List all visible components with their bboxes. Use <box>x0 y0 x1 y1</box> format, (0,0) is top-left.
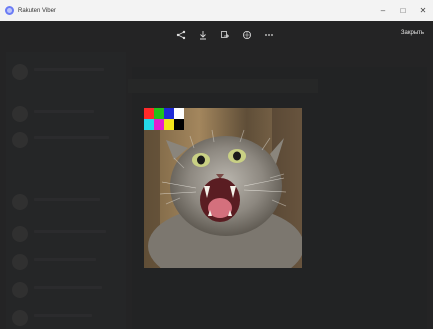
test-pattern <box>144 108 184 130</box>
more-icon[interactable] <box>258 28 280 42</box>
maximize-button[interactable]: □ <box>393 0 413 21</box>
close-viewer-button[interactable]: Закрыть <box>401 30 424 36</box>
media-toolbar <box>170 28 280 42</box>
download-icon[interactable] <box>192 28 214 42</box>
forward-icon[interactable] <box>214 28 236 42</box>
share-icon[interactable] <box>170 28 192 42</box>
minimize-button[interactable]: – <box>373 0 393 21</box>
window-controls: – □ ✕ <box>373 0 433 21</box>
globe-icon[interactable] <box>236 28 258 42</box>
viber-logo-icon <box>5 6 14 15</box>
window-title: Rakuten Viber <box>18 7 56 14</box>
media-photo[interactable] <box>144 108 302 268</box>
title-bar: Rakuten Viber – □ ✕ <box>0 0 433 21</box>
close-window-button[interactable]: ✕ <box>413 0 433 21</box>
